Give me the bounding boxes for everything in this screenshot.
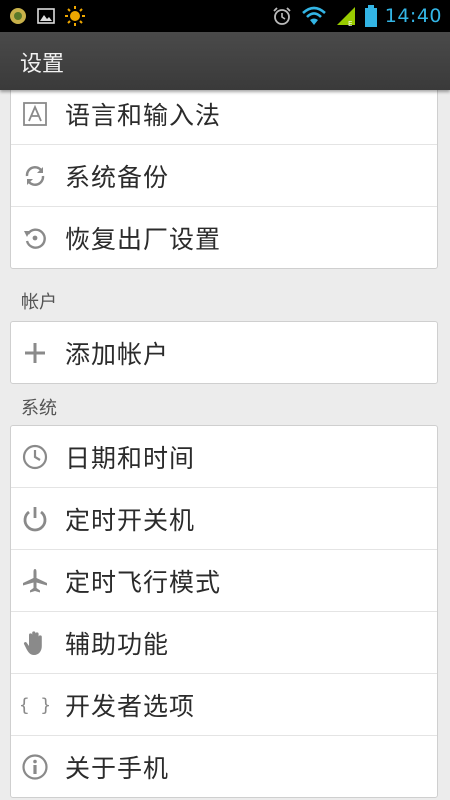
settings-item-factory-reset[interactable]: 恢复出厂设置: [11, 207, 437, 268]
title-bar: 设置: [0, 32, 450, 90]
settings-item-label: 添加帐户: [65, 339, 170, 369]
plus-icon: [21, 339, 49, 367]
page-title: 设置: [20, 52, 65, 77]
braces-icon: { }: [21, 691, 49, 719]
sync-icon: [21, 162, 49, 190]
section-header-system: 系统: [21, 398, 57, 419]
battery-icon: [364, 5, 377, 27]
hand-icon: [21, 629, 49, 657]
section-header-accounts: 帐户: [21, 292, 57, 313]
settings-item-date-time[interactable]: 日期和时间: [11, 426, 437, 488]
clock-icon: [21, 443, 49, 471]
settings-item-label: 关于手机: [65, 753, 170, 783]
settings-item-label: 语言和输入法: [65, 100, 222, 130]
settings-item-label: 开发者选项: [65, 691, 196, 721]
sun-icon: [64, 5, 86, 27]
language-icon: [21, 100, 49, 128]
signal-icon: E: [335, 5, 357, 27]
settings-list[interactable]: 语言和输入法 系统备份 恢复出厂设置 帐户 添加帐户 系统 日期和时间 定时开关…: [0, 82, 450, 800]
settings-item-system-backup[interactable]: 系统备份: [11, 145, 437, 207]
settings-item-language-input[interactable]: 语言和输入法: [11, 83, 437, 145]
wifi-icon: [301, 5, 327, 27]
power-icon: [21, 505, 49, 533]
alarm-icon: [271, 5, 293, 27]
settings-item-scheduled-power[interactable]: 定时开关机: [11, 488, 437, 550]
settings-item-label: 定时飞行模式: [65, 567, 222, 597]
settings-item-scheduled-airplane[interactable]: 定时飞行模式: [11, 550, 437, 612]
settings-item-developer-options[interactable]: { } 开发者选项: [11, 674, 437, 736]
settings-group-system: 日期和时间 定时开关机 定时飞行模式 辅助功能 开发者选项 关于手机: [10, 425, 438, 798]
svg-text:E: E: [348, 20, 352, 27]
settings-item-about-phone[interactable]: 关于手机: [11, 736, 437, 797]
info-icon: [21, 753, 49, 781]
settings-item-label: 日期和时间: [65, 443, 196, 473]
app-notification-icon: [8, 6, 28, 26]
settings-item-accessibility[interactable]: 辅助功能: [11, 612, 437, 674]
settings-item-label: 系统备份: [65, 162, 170, 192]
settings-item-label: 恢复出厂设置: [65, 224, 222, 254]
status-time: 14:40: [384, 5, 442, 27]
settings-item-label: 辅助功能: [65, 629, 170, 659]
airplane-icon: [21, 567, 49, 595]
settings-group-accounts: 添加帐户: [10, 321, 438, 384]
settings-item-label: 定时开关机: [65, 505, 196, 535]
svg-text:{ }: { }: [21, 695, 49, 716]
settings-group-personal: 语言和输入法 系统备份 恢复出厂设置: [10, 82, 438, 269]
restore-icon: [21, 224, 49, 252]
image-icon: [36, 6, 56, 26]
status-bar: E 14:40: [0, 0, 450, 32]
settings-item-add-account[interactable]: 添加帐户: [11, 322, 437, 383]
